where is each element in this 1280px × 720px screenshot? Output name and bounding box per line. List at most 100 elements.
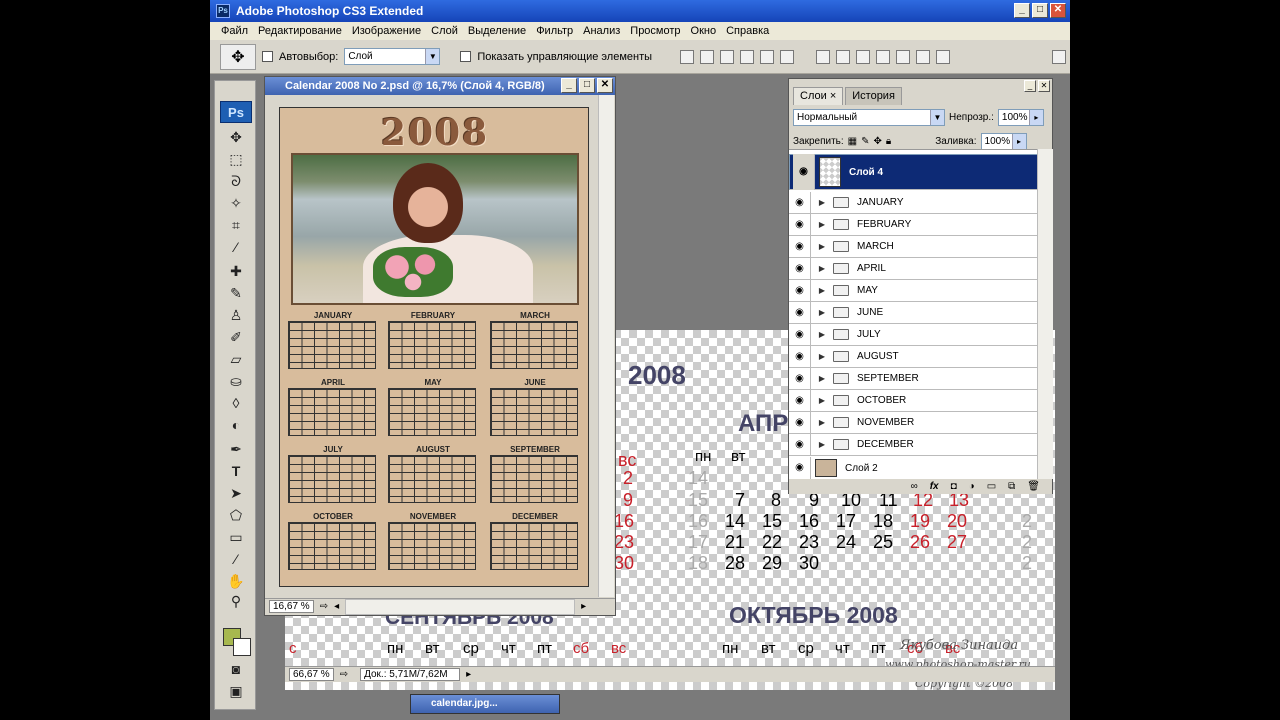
distribute-right-icon[interactable] bbox=[916, 49, 931, 64]
background-color-swatch[interactable] bbox=[233, 638, 251, 656]
opacity-slider-icon[interactable]: ▸ bbox=[1028, 110, 1043, 125]
visibility-eye-icon[interactable]: ◉ bbox=[789, 279, 811, 302]
doc-close-button[interactable]: ✕ bbox=[597, 78, 613, 93]
eraser-tool-icon[interactable]: ▱ bbox=[224, 349, 248, 369]
bg-zoom-field[interactable]: 66,67 % bbox=[289, 668, 334, 681]
fill-slider-icon[interactable]: ▸ bbox=[1011, 134, 1026, 149]
clone-stamp-icon[interactable]: ♙ bbox=[224, 305, 248, 325]
lock-all-icon[interactable]: 🔒︎ bbox=[886, 136, 891, 147]
shape-tool-icon[interactable]: ⬠ bbox=[224, 505, 248, 525]
zoom-tool-icon[interactable]: ⚲ bbox=[224, 591, 248, 611]
delete-layer-icon[interactable]: 🗑︎ bbox=[1027, 481, 1040, 492]
menu-file[interactable]: Файл bbox=[216, 25, 253, 37]
expand-triangle-icon[interactable]: ▶ bbox=[815, 330, 829, 339]
type-tool-icon[interactable]: T bbox=[224, 461, 248, 481]
layer-folder-october[interactable]: ◉ ▶ OCTOBER bbox=[789, 389, 1039, 412]
lock-transparency-icon[interactable]: ▦ bbox=[848, 136, 857, 147]
lock-position-icon[interactable]: ✥ bbox=[874, 136, 882, 147]
layers-scrollbar[interactable] bbox=[1037, 149, 1053, 479]
opacity-field[interactable]: 100% ▸ bbox=[997, 109, 1044, 126]
expand-triangle-icon[interactable]: ▶ bbox=[815, 352, 829, 361]
nav-arrow-icon[interactable]: ⇨ bbox=[340, 669, 348, 680]
new-layer-icon[interactable]: ⧉ bbox=[1008, 481, 1015, 492]
distribute-top-icon[interactable] bbox=[816, 49, 831, 64]
crop-tool-icon[interactable]: ⌗ bbox=[224, 215, 248, 235]
layer-folder-december[interactable]: ◉ ▶ DECEMBER bbox=[789, 433, 1039, 456]
expand-triangle-icon[interactable]: ▶ bbox=[815, 396, 829, 405]
expand-triangle-icon[interactable]: ▶ bbox=[815, 440, 829, 449]
visibility-eye-icon[interactable]: ◉ bbox=[789, 301, 811, 324]
layer-mask-icon[interactable]: ◘ bbox=[951, 481, 957, 492]
expand-triangle-icon[interactable]: ▶ bbox=[815, 418, 829, 427]
maximize-button[interactable]: □ bbox=[1032, 3, 1048, 18]
dodge-tool-icon[interactable]: ◐ bbox=[224, 415, 248, 435]
doc-zoom-field[interactable]: 16,67 % bbox=[269, 600, 314, 613]
layer-folder-may[interactable]: ◉ ▶ MAY bbox=[789, 279, 1039, 302]
hand-tool-icon[interactable]: ✋ bbox=[224, 571, 248, 591]
auto-align-icon[interactable] bbox=[936, 49, 951, 64]
visibility-eye-icon[interactable]: ◉ bbox=[789, 345, 811, 368]
show-controls-checkbox[interactable] bbox=[460, 51, 472, 62]
brush-tool-icon[interactable]: ✎ bbox=[224, 283, 248, 303]
healing-brush-icon[interactable]: ✚ bbox=[224, 261, 248, 281]
magic-wand-icon[interactable]: ✧ bbox=[224, 193, 248, 213]
tab-layers[interactable]: Слои × bbox=[793, 87, 844, 105]
panel-minimize-button[interactable]: _ bbox=[1024, 80, 1036, 92]
doc-size-info[interactable]: Док.: 5,71M/7,62M bbox=[360, 668, 461, 681]
tool-preset-picker[interactable]: ✥ bbox=[220, 43, 256, 70]
distribute-left-icon[interactable] bbox=[876, 49, 891, 64]
pen-tool-icon[interactable]: ✒ bbox=[224, 439, 248, 459]
doc-nav-icon[interactable]: ⇨ bbox=[320, 601, 328, 612]
path-select-icon[interactable]: ➤ bbox=[224, 483, 248, 503]
menu-layer[interactable]: Слой bbox=[426, 25, 463, 37]
visibility-eye-icon[interactable]: ◉ bbox=[789, 213, 811, 236]
layer-folder-november[interactable]: ◉ ▶ NOVEMBER bbox=[789, 411, 1039, 434]
visibility-eye-icon[interactable]: ◉ bbox=[789, 433, 811, 456]
align-left-icon[interactable] bbox=[740, 49, 755, 64]
menu-select[interactable]: Выделение bbox=[463, 25, 531, 37]
visibility-eye-icon[interactable]: ◉ bbox=[793, 154, 815, 190]
layer-folder-july[interactable]: ◉ ▶ JULY bbox=[789, 323, 1039, 346]
layer-folder-january[interactable]: ◉ ▶ JANUARY bbox=[789, 191, 1039, 214]
layer-folder-september[interactable]: ◉ ▶ SEPTEMBER bbox=[789, 367, 1039, 390]
align-right-icon[interactable] bbox=[780, 49, 795, 64]
doc-horizontal-scrollbar[interactable] bbox=[345, 598, 576, 615]
visibility-eye-icon[interactable]: ◉ bbox=[789, 457, 811, 479]
autoselect-dropdown[interactable]: Слой ▼ bbox=[344, 48, 441, 65]
visibility-eye-icon[interactable]: ◉ bbox=[789, 323, 811, 346]
menu-edit[interactable]: Редактирование bbox=[253, 25, 347, 37]
align-vcenter-icon[interactable] bbox=[700, 49, 715, 64]
expand-triangle-icon[interactable]: ▶ bbox=[815, 220, 829, 229]
eyedropper-icon[interactable]: ⁄ bbox=[224, 237, 248, 257]
link-layers-icon[interactable]: ∞ bbox=[911, 481, 918, 492]
expand-triangle-icon[interactable]: ▶ bbox=[815, 374, 829, 383]
blur-tool-icon[interactable]: ◊ bbox=[224, 393, 248, 413]
expand-triangle-icon[interactable]: ▶ bbox=[815, 264, 829, 273]
menu-filter[interactable]: Фильтр bbox=[531, 25, 578, 37]
layer-folder-june[interactable]: ◉ ▶ JUNE bbox=[789, 301, 1039, 324]
tab-history[interactable]: История bbox=[845, 87, 902, 105]
visibility-eye-icon[interactable]: ◉ bbox=[789, 389, 811, 412]
notes-tool-icon[interactable]: ▭ bbox=[224, 527, 248, 547]
lasso-tool-icon[interactable]: ᘐ bbox=[224, 171, 248, 191]
adjustment-layer-icon[interactable]: ◑ bbox=[969, 481, 975, 492]
panel-close-button[interactable]: ✕ bbox=[1038, 80, 1050, 92]
close-tab-icon[interactable]: × bbox=[830, 90, 836, 102]
visibility-eye-icon[interactable]: ◉ bbox=[789, 235, 811, 258]
new-group-icon[interactable]: ▭ bbox=[987, 481, 996, 492]
layer-bottom[interactable]: ◉ Слой 2 bbox=[789, 456, 1039, 480]
expand-triangle-icon[interactable]: ▶ bbox=[815, 286, 829, 295]
marquee-tool-icon[interactable]: ⬚ bbox=[224, 149, 248, 169]
paint-bucket-icon[interactable]: ⛀ bbox=[224, 371, 248, 391]
scroll-right-icon[interactable]: ▸ bbox=[581, 601, 586, 612]
close-button[interactable]: ✕ bbox=[1050, 3, 1066, 18]
minimized-doc-window[interactable]: calendar.jpg... bbox=[410, 694, 560, 714]
minimize-button[interactable]: _ bbox=[1014, 3, 1030, 18]
layer-folder-march[interactable]: ◉ ▶ MARCH bbox=[789, 235, 1039, 258]
menu-view[interactable]: Просмотр bbox=[625, 25, 685, 37]
doc-maximize-button[interactable]: □ bbox=[579, 78, 595, 93]
layer-folder-august[interactable]: ◉ ▶ AUGUST bbox=[789, 345, 1039, 368]
screen-mode-icon[interactable]: ▣ bbox=[224, 681, 248, 701]
lock-pixels-icon[interactable]: ✎ bbox=[861, 136, 869, 147]
history-brush-icon[interactable]: ✐ bbox=[224, 327, 248, 347]
